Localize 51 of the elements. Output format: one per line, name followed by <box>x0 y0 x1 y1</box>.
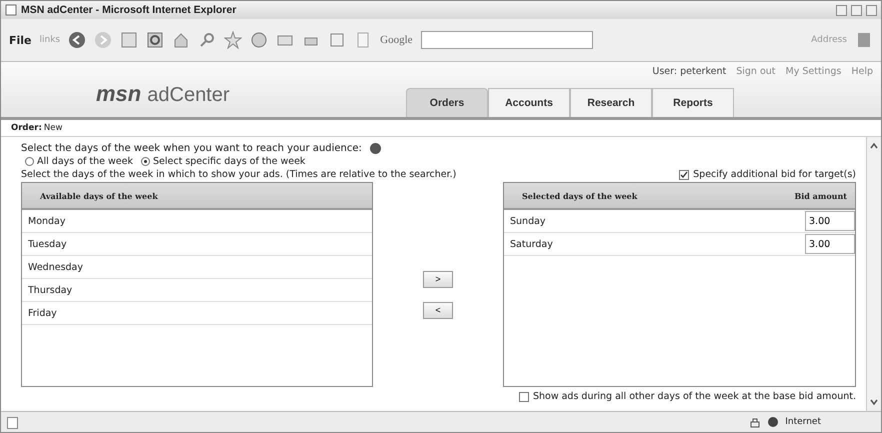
logo-mark: msn <box>96 81 142 107</box>
order-line: Order: New <box>1 120 881 137</box>
list-item[interactable]: Tuesday <box>22 233 372 256</box>
minimize-button[interactable] <box>836 4 847 16</box>
checkbox-icon[interactable] <box>679 170 690 180</box>
list-item[interactable]: Sunday <box>510 216 546 226</box>
scrollbar[interactable] <box>866 137 881 411</box>
home-icon[interactable] <box>172 31 190 49</box>
star-icon[interactable] <box>224 31 242 49</box>
close-button[interactable] <box>866 4 877 16</box>
page-icon <box>7 417 18 429</box>
file-menu[interactable]: File <box>9 34 32 46</box>
refresh-icon[interactable] <box>146 31 164 49</box>
list-item[interactable]: Monday <box>22 210 372 233</box>
checkbox-icon[interactable] <box>518 392 529 402</box>
radio-option[interactable]: All days of the week <box>25 156 133 167</box>
lock-icon <box>749 416 762 428</box>
list-item[interactable]: Wednesday <box>22 256 372 279</box>
radio-option[interactable]: Select specific days of the week <box>141 156 306 167</box>
prompt-text: Select the days of the week when you want to reach your audience: <box>21 143 362 154</box>
zone-label: Internet <box>785 417 821 427</box>
additional-bid-checkbox[interactable]: Specify additional bid for target(s) <box>679 169 856 180</box>
instruction-text: Select the days of the week in which to show your ads. (Times are relative to the searcher.) <box>21 169 456 180</box>
back-icon[interactable] <box>68 31 86 49</box>
column-header: Selected days of the week <box>522 190 638 200</box>
move-button[interactable]: > <box>423 270 453 288</box>
list-item[interactable]: Thursday <box>22 279 372 302</box>
move-button[interactable]: < <box>423 302 453 318</box>
tab[interactable]: Research <box>570 88 652 117</box>
tab[interactable]: Accounts <box>488 88 570 117</box>
list-header: Available days of the week <box>22 183 372 210</box>
bid-field[interactable]: 3.00 <box>805 234 855 254</box>
scroll-up-icon[interactable] <box>869 141 879 151</box>
list-item[interactable]: Saturday <box>510 238 553 250</box>
window-title: MSN adCenter - Microsoft Internet Explorer <box>21 4 236 16</box>
forward-icon[interactable] <box>94 31 112 49</box>
other-days-checkbox[interactable]: Show ads during all other days of the week at the base bid amount. <box>518 391 856 402</box>
search-icon[interactable] <box>198 31 216 49</box>
maximize-button[interactable] <box>851 4 862 16</box>
list-item[interactable]: Friday <box>22 302 372 325</box>
user-name: User: peterkent <box>652 66 726 79</box>
logo-text: adCenter <box>147 84 230 107</box>
address-label: Address <box>811 35 847 45</box>
column-header: Bid amount <box>794 190 847 200</box>
bid-field[interactable]: 3.00 <box>805 211 855 231</box>
search-field[interactable] <box>420 31 593 49</box>
tab[interactable]: Orders <box>406 88 488 117</box>
tab[interactable]: Reports <box>652 88 734 117</box>
page-icon <box>5 4 17 16</box>
google-toolbar-button[interactable]: Google <box>380 34 413 46</box>
scroll-down-icon[interactable] <box>869 397 879 407</box>
